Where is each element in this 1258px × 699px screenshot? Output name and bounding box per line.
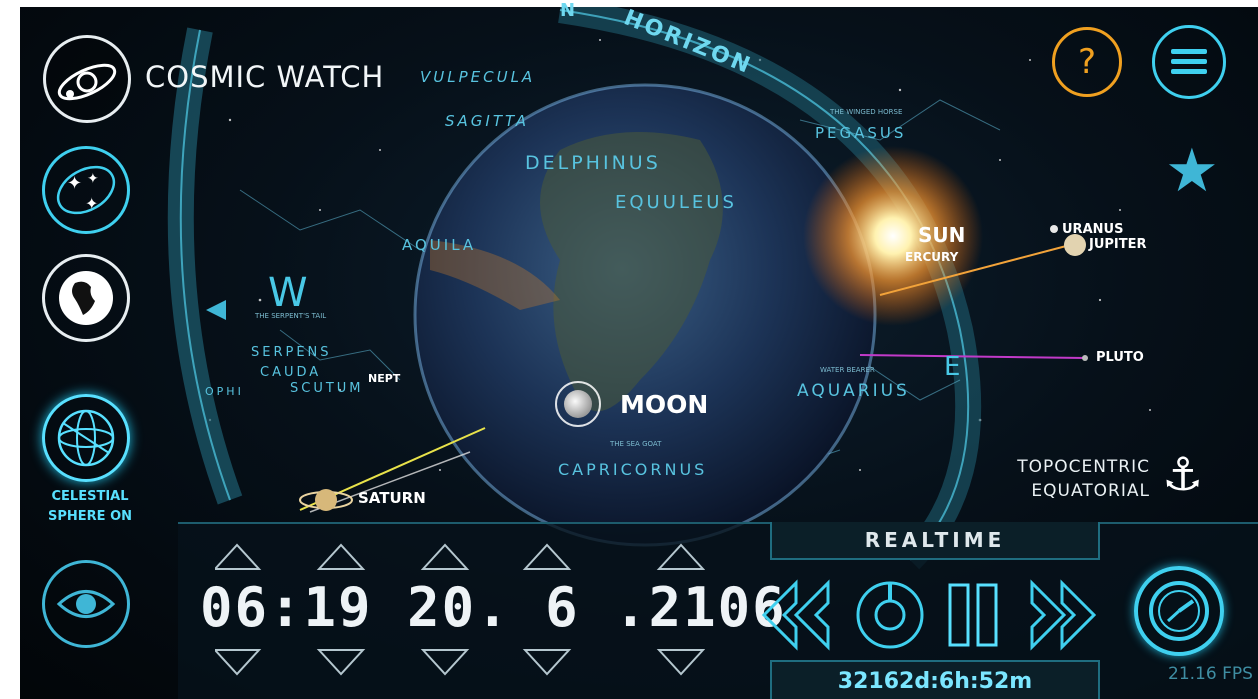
star-icon[interactable]: ★ — [1165, 136, 1219, 206]
pause-icon[interactable] — [948, 583, 998, 647]
constellation-label: AQUARIUS — [797, 381, 910, 401]
neptune-label[interactable]: NEPT — [368, 372, 400, 385]
celestial-sphere-button[interactable] — [42, 394, 130, 482]
faint-label: THE WINGED HORSE — [830, 108, 903, 116]
svg-text:✦: ✦ — [85, 194, 98, 213]
svg-text:✦: ✦ — [87, 171, 99, 187]
constellation-label: VULPECULA — [420, 68, 536, 86]
celestial-sphere-label: CELESTIAL SPHERE ON — [40, 487, 140, 527]
coordinate-mode-label[interactable]: TOPOCENTRIC EQUATORIAL — [990, 455, 1150, 503]
clock-settings-icon — [1149, 581, 1209, 641]
celestial-sphere-icon — [57, 409, 115, 467]
day-up-arrow — [420, 543, 470, 570]
sun-label[interactable]: SUN — [918, 223, 965, 247]
day-down-arrow — [420, 649, 470, 676]
realtime-mode-label[interactable]: REALTIME — [770, 522, 1100, 560]
rewind-icon[interactable] — [761, 579, 830, 651]
constellation-label: SERPENS — [251, 345, 332, 360]
stopwatch-reset-icon[interactable] — [856, 581, 924, 649]
visibility-button[interactable] — [42, 560, 130, 648]
constellation-label: OPHI — [205, 385, 244, 398]
earth-globe-icon — [59, 271, 113, 325]
coordinate-mode-line1: TOPOCENTRIC — [1017, 457, 1150, 477]
eye-icon — [56, 590, 116, 618]
celestial-sphere-label-line1: CELESTIAL — [51, 489, 129, 504]
app-title: COSMIC WATCH — [145, 60, 385, 94]
constellation-label: EQUULEUS — [615, 192, 737, 213]
date-value[interactable]: 20. 6 .2106 — [407, 576, 787, 639]
mercury-label[interactable]: ERCURY — [905, 250, 958, 264]
moon-label[interactable]: MOON — [620, 390, 708, 419]
anchor-icon[interactable]: ⚓ — [1162, 446, 1203, 502]
increment-arrows-row — [215, 543, 705, 570]
horizon-left-arrow — [206, 300, 226, 320]
hour-down-arrow — [215, 649, 262, 676]
datetime-display: 06:19 20. 6 .2106 — [200, 576, 787, 639]
time-value[interactable]: 06:19 — [200, 576, 373, 639]
svg-text:✦: ✦ — [67, 173, 82, 194]
hour-up-arrow — [215, 543, 262, 570]
help-button[interactable]: ? — [1052, 27, 1122, 97]
jupiter-label[interactable]: JUPITER — [1089, 237, 1147, 252]
orbit-logo-graphic — [57, 63, 117, 101]
north-label: N — [560, 0, 576, 21]
faint-label: WATER BEARER — [820, 366, 875, 374]
constellation-label: DELPHINUS — [525, 152, 661, 174]
month-up-arrow — [522, 543, 572, 570]
year-up-arrow — [656, 543, 705, 570]
hamburger-menu-icon — [1171, 49, 1207, 74]
constellation-label: AQUILA — [402, 236, 477, 254]
fast-forward-icon[interactable] — [1030, 579, 1097, 651]
clock-settings-button[interactable] — [1134, 566, 1224, 656]
orbit-logo-icon[interactable] — [43, 35, 131, 123]
constellations-button[interactable]: ✦ ✦ ✦ — [42, 146, 130, 234]
year-down-arrow — [656, 649, 705, 676]
month-down-arrow — [522, 649, 572, 676]
uranus-label[interactable]: URANUS — [1062, 222, 1123, 237]
east-label: E — [944, 352, 961, 382]
constellations-icon: ✦ ✦ ✦ — [56, 165, 116, 215]
west-label: W — [268, 270, 308, 316]
constellation-label: CAPRICORNUS — [558, 460, 708, 479]
celestial-sphere-label-line2: SPHERE ON — [48, 509, 132, 524]
constellation-label: CAUDA — [260, 365, 322, 380]
decrement-arrows-row — [215, 649, 705, 676]
faint-label: THE SEA GOAT — [610, 440, 662, 448]
constellation-label: PEGASUS — [815, 124, 907, 142]
pluto-label[interactable]: PLUTO — [1096, 350, 1144, 365]
constellation-label: SAGITTA — [445, 112, 530, 130]
earth-view-button[interactable] — [42, 254, 130, 342]
question-icon: ? — [1077, 42, 1097, 82]
coordinate-mode-line2: EQUATORIAL — [1031, 481, 1150, 501]
elapsed-time: 32162d:6h:52m — [770, 660, 1100, 699]
minute-down-arrow — [316, 649, 366, 676]
playback-controls — [761, 579, 1097, 651]
moon-body — [564, 390, 592, 418]
menu-button[interactable] — [1152, 25, 1226, 99]
fps-counter: 21.16 FPS — [1168, 664, 1253, 684]
saturn-label[interactable]: SATURN — [358, 489, 426, 507]
app-screen: VULPECULA SAGITTA DELPHINUS EQUULEUS PEG… — [0, 0, 1258, 699]
constellation-label: SCUTUM — [290, 381, 364, 396]
frame-left-edge — [0, 0, 20, 699]
minute-up-arrow — [316, 543, 366, 570]
